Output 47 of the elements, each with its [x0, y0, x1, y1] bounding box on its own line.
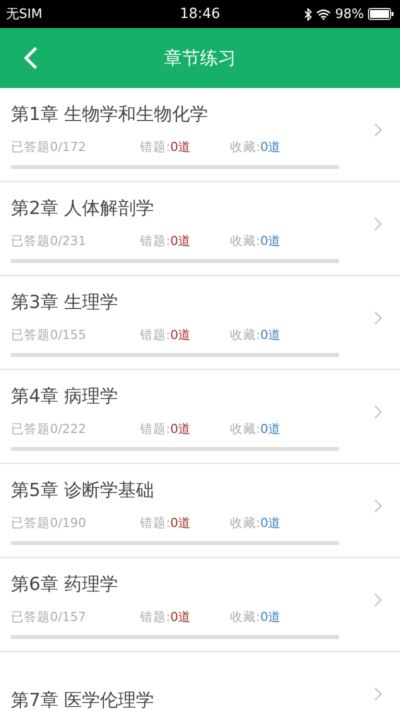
- chevron-icon: [374, 122, 382, 136]
- chapter-title: 第5章 诊断学基础: [11, 479, 156, 502]
- chevron-icon: [374, 686, 382, 700]
- favorite-count: 收藏:0道: [230, 515, 282, 532]
- battery-icon: [368, 8, 394, 20]
- answered-count: 已答题0/155: [11, 327, 88, 344]
- chapter-item[interactable]: 第1章 生物学和生物化学 已答题0/172 错题:0道 收藏:0道: [0, 88, 400, 182]
- chapter-title: 第1章 生物学和生物化学: [11, 103, 210, 126]
- favorite-count: 收藏:0道: [230, 421, 282, 438]
- answered-count: 已答题0/190: [11, 515, 88, 532]
- battery-text: 98%: [335, 6, 364, 22]
- chapter-item[interactable]: 第3章 生理学 已答题0/155 错题:0道 收藏:0道: [0, 276, 400, 370]
- chapter-title: 第3章 生理学: [11, 291, 120, 314]
- answered-count: 已答题0/172: [11, 139, 88, 156]
- favorite-count: 收藏:0道: [230, 139, 282, 156]
- answered-count: 已答题0/157: [11, 609, 88, 626]
- favorite-count: 收藏:0道: [230, 609, 282, 626]
- answered-count: 已答题0/222: [11, 421, 88, 438]
- wrong-count: 错题:0道: [140, 515, 192, 532]
- chapter-item[interactable]: 第7章 医学伦理学: [0, 652, 400, 711]
- chapter-title: 第7章 医学伦理学: [11, 688, 156, 711]
- wrong-count: 错题:0道: [140, 609, 192, 626]
- back-icon[interactable]: [24, 46, 38, 70]
- wrong-count: 错题:0道: [140, 139, 192, 156]
- chapter-title: 第6章 药理学: [11, 573, 120, 596]
- chevron-icon: [374, 592, 382, 606]
- chevron-icon: [374, 404, 382, 418]
- carrier-text: 无SIM: [6, 6, 42, 23]
- wifi-icon: [316, 8, 332, 20]
- wrong-count: 错题:0道: [140, 233, 192, 250]
- favorite-count: 收藏:0道: [230, 327, 282, 344]
- chapter-title: 第4章 病理学: [11, 385, 120, 408]
- chevron-icon: [374, 216, 382, 230]
- bluetooth-icon: [304, 8, 312, 20]
- page-title: 章节练习: [164, 47, 236, 70]
- wrong-count: 错题:0道: [140, 421, 192, 438]
- chapter-item[interactable]: 第2章 人体解剖学 已答题0/231 错题:0道 收藏:0道: [0, 182, 400, 276]
- chapter-item[interactable]: 第5章 诊断学基础 已答题0/190 错题:0道 收藏:0道: [0, 464, 400, 558]
- favorite-count: 收藏:0道: [230, 233, 282, 250]
- time-text: 18:46: [180, 6, 220, 22]
- chapter-item[interactable]: 第6章 药理学 已答题0/157 错题:0道 收藏:0道: [0, 558, 400, 652]
- chevron-icon: [374, 498, 382, 512]
- chevron-icon: [374, 310, 382, 324]
- answered-count: 已答题0/231: [11, 233, 88, 250]
- chapter-item[interactable]: 第4章 病理学 已答题0/222 错题:0道 收藏:0道: [0, 370, 400, 464]
- wrong-count: 错题:0道: [140, 327, 192, 344]
- chapter-title: 第2章 人体解剖学: [11, 197, 156, 220]
